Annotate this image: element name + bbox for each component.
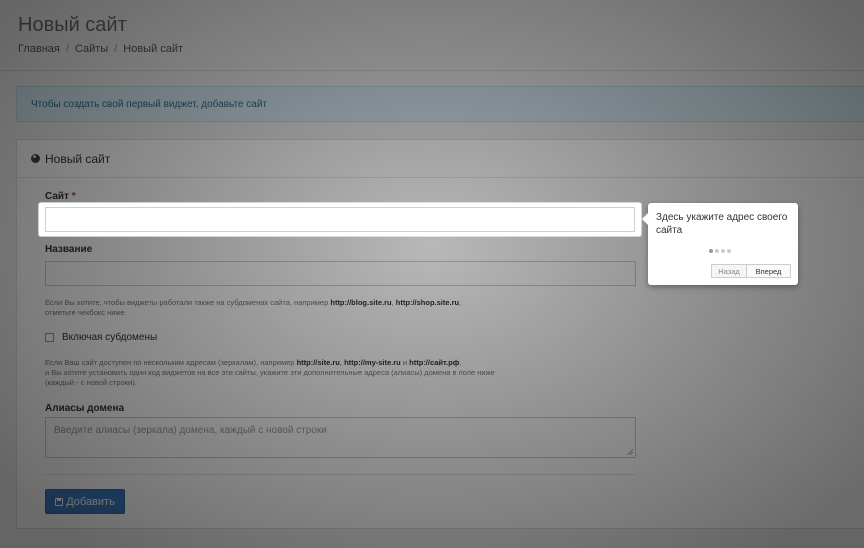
panel-title: Новый сайт <box>45 151 111 166</box>
subdomains-help: Если Вы хотите, чтобы виджеты работали т… <box>45 298 461 318</box>
tour-step-dot <box>715 249 719 253</box>
help-punct: , <box>339 358 342 367</box>
tour-step-dot <box>727 249 731 253</box>
site-label-text: Сайт <box>45 191 69 202</box>
name-label: Название <box>45 244 93 255</box>
aliases-placeholder: Введите алиасы (зеркала) домена, каждый … <box>54 425 327 436</box>
add-button[interactable]: Добавить <box>45 489 125 514</box>
save-icon <box>55 497 64 506</box>
help-text: и Вы хотите установить один код виджетов… <box>45 368 495 377</box>
breadcrumb: Главная / Сайты / Новый сайт <box>18 43 183 55</box>
help-example: http://site.ru <box>296 358 340 367</box>
breadcrumb-home[interactable]: Главная <box>18 43 60 55</box>
site-label: Сайт * <box>45 191 76 202</box>
help-example: http://сайт.рф <box>409 358 460 367</box>
aliases-label: Алиасы домена <box>45 403 125 414</box>
tour-step-indicator <box>709 249 731 253</box>
help-punct: , <box>459 358 462 367</box>
subdomains-checkbox-row[interactable]: Включая субдомены <box>45 332 157 343</box>
tour-buttons: Назад Вперед <box>711 264 791 278</box>
panel-header: Новый сайт <box>17 140 864 178</box>
help-text: Если Вы хотите, чтобы виджеты работали т… <box>45 298 329 307</box>
globe-icon <box>31 154 40 163</box>
help-example: http://shop.site.ru <box>395 298 460 307</box>
breadcrumb-sites[interactable]: Сайты <box>75 43 108 55</box>
aliases-help: Если Ваш сайт доступен по нескольким адр… <box>45 358 495 388</box>
name-input[interactable] <box>45 261 636 286</box>
tour-next-button[interactable]: Вперед <box>747 264 791 278</box>
help-text: (каждый - с новой строки). <box>45 378 137 387</box>
help-text: и <box>402 358 408 367</box>
add-button-label: Добавить <box>66 495 115 508</box>
help-punct: , <box>459 298 462 307</box>
header-divider <box>0 70 864 71</box>
breadcrumb-separator: / <box>65 43 69 55</box>
help-example: http://blog.site.ru <box>330 298 392 307</box>
tour-back-button[interactable]: Назад <box>711 264 747 278</box>
aliases-textarea[interactable]: Введите алиасы (зеркала) домена, каждый … <box>45 417 636 458</box>
help-example: http://my-site.ru <box>344 358 401 367</box>
help-text: Если Ваш сайт доступен по нескольким адр… <box>45 358 295 367</box>
subdomains-checkbox[interactable] <box>45 333 54 342</box>
breadcrumb-current: Новый сайт <box>123 43 184 55</box>
form-divider <box>45 474 636 475</box>
breadcrumb-separator: / <box>114 43 118 55</box>
tour-step-dot <box>721 249 725 253</box>
subdomains-checkbox-label[interactable]: Включая субдомены <box>62 332 157 343</box>
required-mark: * <box>71 191 76 202</box>
help-text: отметьте чекбокс ниже. <box>45 308 127 317</box>
page-title: Новый сайт <box>18 14 127 36</box>
tour-popover: Здесь укажите адрес своего сайта Назад В… <box>642 203 798 285</box>
site-input-highlight <box>39 203 641 236</box>
tour-text: Здесь укажите адрес своего сайта <box>656 212 788 236</box>
info-alert-text: Чтобы создать свой первый виджет, добавь… <box>31 99 268 110</box>
new-site-panel: Новый сайт Сайт * Название Если Вы хотит… <box>16 139 864 529</box>
help-punct: , <box>391 298 394 307</box>
info-alert: Чтобы создать свой первый виджет, добавь… <box>16 86 864 122</box>
resize-grip-icon[interactable] <box>626 448 633 455</box>
site-input[interactable] <box>45 207 635 232</box>
tour-step-dot <box>709 249 713 253</box>
